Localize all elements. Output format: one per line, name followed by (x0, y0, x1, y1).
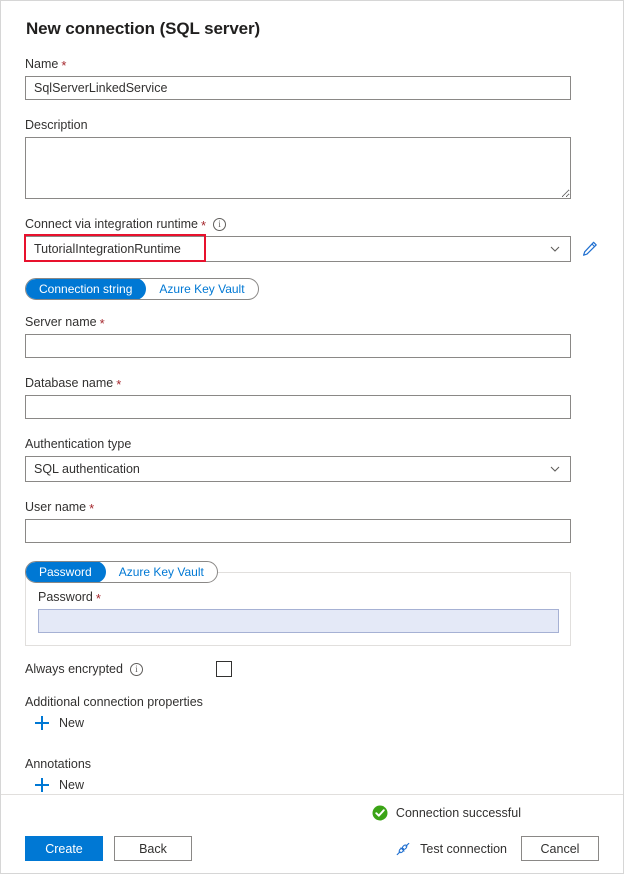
tab-azure-key-vault[interactable]: Azure Key Vault (146, 279, 257, 299)
name-required-marker: * (61, 59, 66, 72)
dialog-body: New connection (SQL server) Name * Descr… (1, 1, 623, 794)
description-field-group: Description (25, 117, 599, 199)
password-panel: Password * (25, 572, 571, 646)
description-label: Description (25, 117, 599, 133)
authentication-type-label-text: Authentication type (25, 436, 131, 452)
credential-tabs: Connection string Azure Key Vault (25, 278, 259, 300)
server-name-required-marker: * (100, 317, 105, 330)
database-name-label: Database name * (25, 375, 599, 391)
plus-icon (35, 778, 49, 792)
integration-runtime-value: TutorialIntegrationRuntime (34, 242, 550, 256)
user-name-input[interactable] (25, 519, 571, 543)
database-name-field-group: Database name * (25, 375, 599, 419)
always-encrypted-row: Always encrypted (25, 661, 599, 677)
secret-tabs-wrapper: Password Azure Key Vault (25, 561, 599, 583)
back-button[interactable]: Back (114, 836, 192, 861)
annotations-new-button[interactable]: New (35, 778, 84, 792)
password-input[interactable] (38, 609, 559, 633)
description-label-text: Description (25, 117, 88, 133)
test-connection-button[interactable]: Test connection (395, 841, 507, 857)
always-encrypted-label-text: Always encrypted (25, 662, 123, 676)
integration-runtime-required-marker: * (201, 219, 206, 232)
credential-tabs-group: Connection string Azure Key Vault (25, 278, 599, 300)
additional-properties-heading: Additional connection properties (25, 695, 599, 709)
tab-secret-azure-key-vault[interactable]: Azure Key Vault (106, 562, 217, 582)
authentication-type-dropdown[interactable]: SQL authentication (25, 456, 571, 482)
name-field-group: Name * (25, 56, 599, 100)
success-check-icon (372, 805, 388, 821)
page-title: New connection (SQL server) (26, 19, 599, 39)
server-name-field-group: Server name * (25, 314, 599, 358)
footer-right-buttons: Test connection Cancel (395, 836, 599, 861)
user-name-label: User name * (25, 499, 599, 515)
name-label-text: Name (25, 56, 58, 72)
server-name-input[interactable] (25, 334, 571, 358)
dialog-footer: Connection successful Create Back Test c… (1, 794, 623, 874)
plug-connector-icon (395, 841, 411, 857)
authentication-type-label: Authentication type (25, 436, 599, 452)
pencil-edit-icon[interactable] (581, 240, 599, 258)
name-input[interactable] (25, 76, 571, 100)
info-icon[interactable] (213, 218, 226, 231)
authentication-type-value: SQL authentication (34, 462, 550, 476)
integration-runtime-label-text: Connect via integration runtime (25, 216, 198, 232)
chevron-down-icon (550, 464, 560, 474)
user-name-field-group: User name * (25, 499, 599, 543)
annotations-new-label: New (59, 778, 84, 792)
test-connection-label: Test connection (420, 842, 507, 856)
create-button[interactable]: Create (25, 836, 103, 861)
status-text: Connection successful (396, 806, 521, 820)
tab-password[interactable]: Password (25, 561, 106, 583)
always-encrypted-label: Always encrypted (25, 662, 143, 676)
description-textarea[interactable] (25, 137, 571, 199)
database-name-label-text: Database name (25, 375, 113, 391)
server-name-label: Server name * (25, 314, 599, 330)
password-label: Password * (38, 589, 558, 605)
chevron-down-icon (550, 244, 560, 254)
plus-icon (35, 716, 49, 730)
name-label: Name * (25, 56, 599, 72)
database-name-required-marker: * (116, 378, 121, 391)
integration-runtime-field-group: Connect via integration runtime * Tutori… (25, 216, 599, 262)
password-label-text: Password (38, 589, 93, 605)
authentication-type-field-group: Authentication type SQL authentication (25, 436, 599, 482)
integration-runtime-dropdown[interactable]: TutorialIntegrationRuntime (25, 236, 571, 262)
always-encrypted-checkbox[interactable] (216, 661, 232, 677)
database-name-input[interactable] (25, 395, 571, 419)
secret-tabs: Password Azure Key Vault (25, 561, 218, 583)
integration-runtime-label: Connect via integration runtime * (25, 216, 599, 232)
cancel-button[interactable]: Cancel (521, 836, 599, 861)
additional-properties-new-label: New (59, 716, 84, 730)
status-message: Connection successful (372, 805, 521, 821)
annotations-heading: Annotations (25, 757, 599, 771)
integration-runtime-row: TutorialIntegrationRuntime (25, 236, 599, 262)
user-name-required-marker: * (89, 502, 94, 515)
footer-left-buttons: Create Back (25, 836, 192, 861)
tab-connection-string[interactable]: Connection string (25, 278, 146, 300)
password-required-marker: * (96, 592, 101, 605)
user-name-label-text: User name (25, 499, 86, 515)
additional-properties-new-button[interactable]: New (35, 716, 84, 730)
server-name-label-text: Server name (25, 314, 97, 330)
new-connection-dialog: New connection (SQL server) Name * Descr… (0, 0, 624, 874)
secret-block: Password Azure Key Vault Password * (25, 561, 599, 646)
info-icon[interactable] (130, 663, 143, 676)
